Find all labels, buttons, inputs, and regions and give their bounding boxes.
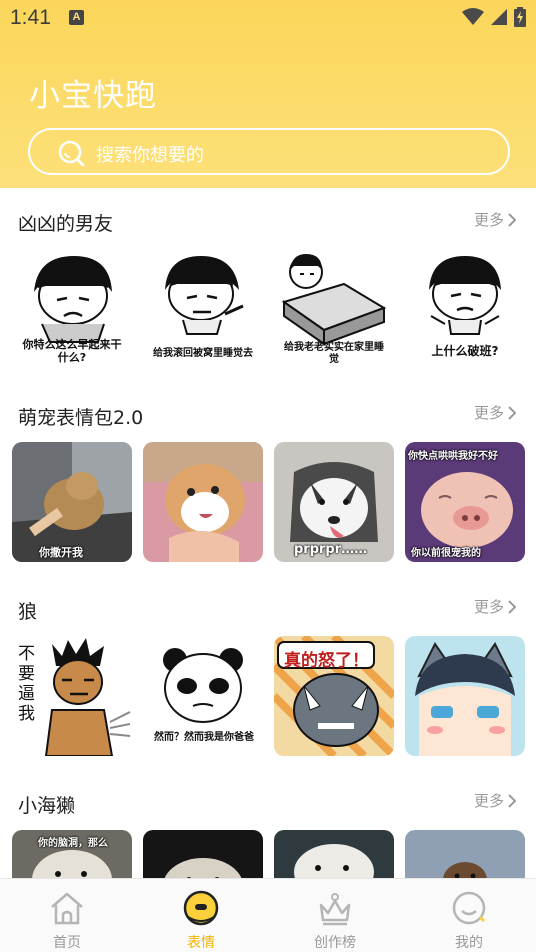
status-bar: 1:41 A bbox=[0, 0, 536, 36]
thumb-row: 你的脑洞，那么 bbox=[12, 830, 526, 878]
thumb-row: 不要逼我 然而？然而我是你爸爸 真的怒了！ bbox=[12, 636, 526, 756]
section-sea-otter: 小海獭 更多 你的脑洞，那么 bbox=[0, 770, 536, 878]
more-label: 更多 bbox=[473, 211, 504, 229]
status-time: 1:41 bbox=[10, 6, 51, 29]
more-link[interactable]: 更多 bbox=[474, 209, 516, 230]
sticker-thumb[interactable] bbox=[405, 830, 525, 878]
sticker-caption: 然而？然而我是你爸爸 bbox=[154, 732, 254, 743]
app-screen: 1:41 A 小宝快跑 搜索你想要的 凶凶的男友 更多 你特么这么早起来干什么?… bbox=[0, 0, 536, 952]
crown-icon bbox=[319, 893, 351, 926]
chevron-right-icon bbox=[508, 599, 516, 614]
sticker-thumb[interactable]: 你撒开我 bbox=[12, 442, 132, 562]
more-link[interactable]: 更多 bbox=[474, 790, 516, 811]
tab-creation-rank[interactable]: 创作榜 bbox=[268, 885, 402, 951]
section-title: 小海獭 bbox=[18, 795, 76, 817]
signal-icon bbox=[491, 9, 507, 25]
sticker-thumb[interactable]: prprpr…… bbox=[274, 442, 394, 562]
sticker-thumb[interactable]: 然而？然而我是你爸爸 bbox=[143, 636, 263, 756]
sticker-caption: 你特么这么早起来干什么? bbox=[22, 338, 122, 364]
more-label: 更多 bbox=[473, 404, 504, 422]
sticker-caption: 你的脑洞，那么 bbox=[38, 838, 108, 849]
tab-label: 我的 bbox=[455, 935, 483, 951]
sticker-thumb[interactable] bbox=[143, 830, 263, 878]
search-icon bbox=[58, 140, 85, 167]
wifi-icon bbox=[462, 8, 484, 25]
section-title: 狼 bbox=[18, 601, 38, 623]
more-label: 更多 bbox=[473, 792, 504, 810]
thumb-row: 你撒开我 prprpr…… 你快点哄哄我好不好 你以前很宠我的 bbox=[12, 442, 526, 562]
chevron-right-icon bbox=[508, 793, 516, 808]
sticker-thumb[interactable] bbox=[405, 636, 525, 756]
sticker-thumb[interactable] bbox=[274, 830, 394, 878]
sticker-caption: 给我老老实实在家里睡觉 bbox=[284, 342, 384, 365]
header: 1:41 A 小宝快跑 搜索你想要的 bbox=[0, 0, 536, 188]
sticker-thumb[interactable] bbox=[143, 442, 263, 562]
section-title: 凶凶的男友 bbox=[18, 213, 114, 235]
search-placeholder: 搜索你想要的 bbox=[96, 145, 204, 166]
tab-label: 创作榜 bbox=[314, 935, 356, 951]
sticker-caption: 上什么破班? bbox=[431, 344, 499, 358]
section-wolf: 狼 更多 不要逼我 然而？然而我是你爸爸 真的怒了！ bbox=[0, 576, 536, 770]
section-cute-pets: 萌宠表情包2.0 更多 你撒开我 prprpr…… 你快点哄哄我好不好 你以前很… bbox=[0, 382, 536, 576]
tab-home[interactable]: 首页 bbox=[0, 885, 134, 951]
tab-label: 首页 bbox=[53, 935, 81, 951]
sticker-caption: prprpr…… bbox=[294, 542, 368, 557]
bottom-tab-bar: 首页 表情 创作榜 我的 bbox=[0, 878, 536, 952]
sticker-caption: 你以前很宠我的 bbox=[411, 548, 481, 559]
app-title: 小宝快跑 bbox=[29, 78, 157, 114]
sticker-thumb[interactable]: 真的怒了！ bbox=[274, 636, 394, 756]
sticker-caption: 给我滚回被窝里睡觉去 bbox=[153, 348, 253, 359]
chevron-right-icon bbox=[508, 212, 516, 227]
sticker-thumb[interactable]: 你的脑洞，那么 bbox=[12, 830, 132, 878]
tab-emoji[interactable]: 表情 bbox=[134, 885, 268, 951]
section-title: 萌宠表情包2.0 bbox=[18, 407, 144, 429]
home-icon bbox=[51, 892, 83, 925]
notification-icon: A bbox=[69, 10, 84, 25]
more-label: 更多 bbox=[473, 598, 504, 616]
sticker-thumb[interactable]: 不要逼我 bbox=[12, 636, 132, 756]
chevron-right-icon bbox=[508, 405, 516, 420]
sticker-caption: 真的怒了！ bbox=[284, 651, 369, 671]
sticker-caption: 你撒开我 bbox=[39, 546, 83, 559]
sticker-caption-top: 你快点哄哄我好不好 bbox=[408, 451, 498, 462]
sticker-thumb[interactable]: 你快点哄哄我好不好 你以前很宠我的 bbox=[405, 442, 525, 562]
thumb-row: 你特么这么早起来干什么? 给我滚回被窝里睡觉去 给我老老实实在家里睡觉 上什么破… bbox=[12, 250, 526, 370]
more-link[interactable]: 更多 bbox=[474, 596, 516, 617]
section-boyfriend: 凶凶的男友 更多 你特么这么早起来干什么? 给我滚回被窝里睡觉去 给我老老实实在… bbox=[0, 188, 536, 382]
more-link[interactable]: 更多 bbox=[474, 402, 516, 423]
sticker-thumb[interactable]: 给我滚回被窝里睡觉去 bbox=[143, 250, 263, 370]
battery-icon bbox=[514, 7, 526, 27]
sticker-thumb[interactable]: 给我老老实实在家里睡觉 bbox=[274, 250, 394, 370]
sticker-caption: 不要逼我 bbox=[18, 644, 35, 724]
sticker-thumb[interactable]: 你特么这么早起来干什么? bbox=[12, 250, 132, 370]
tab-label: 表情 bbox=[187, 935, 215, 951]
sticker-thumb[interactable]: 上什么破班? bbox=[405, 250, 525, 370]
profile-icon bbox=[452, 891, 486, 925]
status-icons bbox=[462, 7, 526, 27]
tab-profile[interactable]: 我的 bbox=[402, 885, 536, 951]
emoji-icon bbox=[183, 890, 219, 926]
search-input[interactable]: 搜索你想要的 bbox=[28, 128, 510, 175]
